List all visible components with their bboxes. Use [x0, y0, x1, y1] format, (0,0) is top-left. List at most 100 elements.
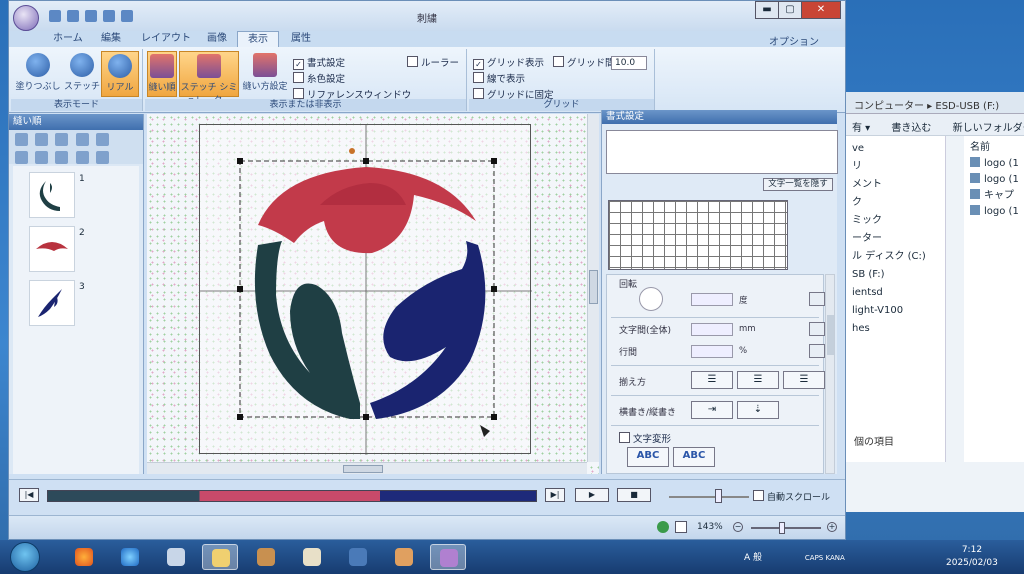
tab-view[interactable]: 表示	[237, 31, 279, 47]
close-button[interactable]: ✕	[801, 1, 841, 19]
explorer-taskbar-icon[interactable]	[202, 544, 238, 570]
explorer-file-item[interactable]: logo (1	[970, 204, 1019, 220]
transform-sample-1[interactable]: ABC	[627, 447, 669, 467]
explorer-nav-item[interactable]: リ	[852, 158, 939, 176]
zoom-slider[interactable]	[751, 527, 821, 529]
embroidery-taskbar-icon[interactable]	[430, 544, 466, 570]
start-button-icon[interactable]	[10, 542, 40, 572]
maximize-button[interactable]: ▢	[778, 1, 802, 19]
explorer-nav-item[interactable]: light-V100	[852, 302, 939, 320]
app-taskbar-icon[interactable]	[294, 544, 330, 570]
ie-taskbar-icon[interactable]	[112, 544, 148, 570]
zoom-in-button[interactable]: +	[827, 522, 837, 532]
stitch-progress-track[interactable]	[47, 490, 537, 502]
explorer-nav-item[interactable]: ミック	[852, 212, 939, 230]
group-icon[interactable]	[35, 133, 49, 146]
explorer-nav-item[interactable]: ーター	[852, 230, 939, 248]
app-taskbar-icon[interactable]	[248, 544, 284, 570]
move-down-icon[interactable]	[35, 151, 49, 164]
clock[interactable]: 7:12 2025/02/03	[946, 544, 998, 570]
tab-image[interactable]: 画像	[197, 31, 237, 47]
line-spacing-input[interactable]	[691, 345, 733, 358]
explorer-organize-button[interactable]: 有 ▾	[852, 123, 870, 134]
vertical-writing-button[interactable]: ⇣	[737, 401, 779, 419]
canvas-horizontal-scrollbar[interactable]	[147, 462, 587, 474]
text-transform-checkbox[interactable]: 文字変形	[619, 431, 671, 445]
explorer-column-name[interactable]: 名前	[970, 140, 1018, 156]
merge-icon[interactable]	[55, 151, 69, 164]
fill-mode-button[interactable]: 塗りつぶし	[15, 51, 61, 97]
move-up-icon[interactable]	[15, 151, 28, 164]
page-icon[interactable]	[675, 521, 687, 533]
align-left-button[interactable]: ☰	[691, 371, 733, 389]
format-settings-checkbox[interactable]: 書式設定	[293, 55, 345, 70]
frame-icon[interactable]	[95, 133, 109, 146]
hide-char-list-button[interactable]: 文字一覧を隠す	[763, 178, 833, 191]
align-right-button[interactable]: ☰	[783, 371, 825, 389]
line-spacing-reset-button[interactable]	[809, 344, 825, 358]
sewing-item-2[interactable]	[29, 226, 75, 272]
design-canvas[interactable]	[147, 114, 599, 474]
vertical-scroll-thumb[interactable]	[589, 270, 598, 304]
speed-slider-knob[interactable]	[715, 489, 722, 503]
properties-scroll-thumb[interactable]	[827, 315, 834, 355]
app-taskbar-icon[interactable]	[340, 544, 376, 570]
explorer-address-bar[interactable]: コンピューター ▸ ESD-USB (F:)	[846, 92, 1024, 114]
explorer-nav-item[interactable]: SB (F:)	[852, 266, 939, 284]
explorer-file-item[interactable]: logo (1	[970, 172, 1019, 188]
char-spacing-reset-button[interactable]	[809, 322, 825, 336]
rotation-dial[interactable]	[639, 287, 663, 311]
ungroup-icon[interactable]	[55, 133, 69, 146]
tab-layout[interactable]: レイアウト	[131, 31, 201, 47]
explorer-nav-item[interactable]: ve	[852, 140, 939, 158]
horizontal-writing-button[interactable]: ⇥	[691, 401, 733, 419]
show-grid-checkbox[interactable]: グリッド表示	[473, 55, 544, 70]
character-grid[interactable]	[608, 200, 788, 270]
pointer-icon[interactable]	[95, 151, 109, 164]
explorer-nav-item[interactable]: ク	[852, 194, 939, 212]
speed-slider-track[interactable]	[669, 496, 749, 498]
canvas-vertical-scrollbar[interactable]	[587, 114, 599, 462]
zoom-out-button[interactable]: −	[733, 522, 743, 532]
sewing-settings-button[interactable]: 縫い方設定	[241, 51, 289, 97]
play-button[interactable]: ▶	[575, 488, 609, 502]
zoom-slider-knob[interactable]	[779, 522, 785, 534]
rotation-reset-button[interactable]	[809, 292, 825, 306]
explorer-new-folder-button[interactable]: 新しいフォルダー	[953, 123, 1024, 134]
explorer-file-item[interactable]: logo (1	[970, 156, 1019, 172]
firefox-taskbar-icon[interactable]	[66, 544, 102, 570]
auto-scroll-checkbox[interactable]: 自動スクロール	[753, 490, 830, 503]
char-spacing-input[interactable]	[691, 323, 733, 336]
text-input-area[interactable]	[606, 130, 838, 174]
rewind-button[interactable]: |◀	[19, 488, 39, 502]
stitch-mode-button[interactable]: ステッチ	[59, 51, 105, 97]
explorer-burn-button[interactable]: 書き込む	[891, 123, 931, 134]
explorer-nav-item[interactable]: ル ディスク (C:)	[852, 248, 939, 266]
explorer-nav-item[interactable]: hes	[852, 320, 939, 338]
tab-edit[interactable]: 編集	[91, 31, 131, 47]
tab-home[interactable]: ホーム	[43, 31, 93, 47]
minimize-button[interactable]: ▬	[755, 1, 779, 19]
split-icon[interactable]	[75, 151, 89, 164]
tab-attributes[interactable]: 属性	[281, 31, 321, 47]
transform-sample-2[interactable]: ABC	[673, 447, 715, 467]
lock-icon[interactable]	[75, 133, 89, 146]
explorer-nav-item[interactable]: ientsd	[852, 284, 939, 302]
horizontal-scroll-thumb[interactable]	[343, 465, 383, 473]
ruler-checkbox[interactable]: ルーラー	[407, 55, 459, 69]
explorer-nav-item[interactable]: メント	[852, 176, 939, 194]
palette-taskbar-icon[interactable]	[386, 544, 422, 570]
align-center-button[interactable]: ☰	[737, 371, 779, 389]
rotation-input[interactable]	[691, 293, 733, 306]
sewing-item-1[interactable]	[29, 172, 75, 218]
explorer-file-item[interactable]: キャプ	[970, 188, 1018, 204]
thread-color-checkbox[interactable]: 糸色設定	[293, 71, 345, 85]
paint-tool-taskbar-icon[interactable]	[158, 544, 194, 570]
line-display-checkbox[interactable]: 線で表示	[473, 71, 525, 85]
stitch-simulator-button[interactable]: ステッチ シミュレーター	[179, 51, 239, 106]
sewing-item-3[interactable]	[29, 280, 75, 326]
stop-button[interactable]: ■	[617, 488, 651, 502]
step-forward-button[interactable]: ▶|	[545, 488, 565, 502]
grid-spacing-input[interactable]: 10.0	[611, 56, 647, 70]
real-mode-button[interactable]: リアル	[101, 51, 139, 97]
